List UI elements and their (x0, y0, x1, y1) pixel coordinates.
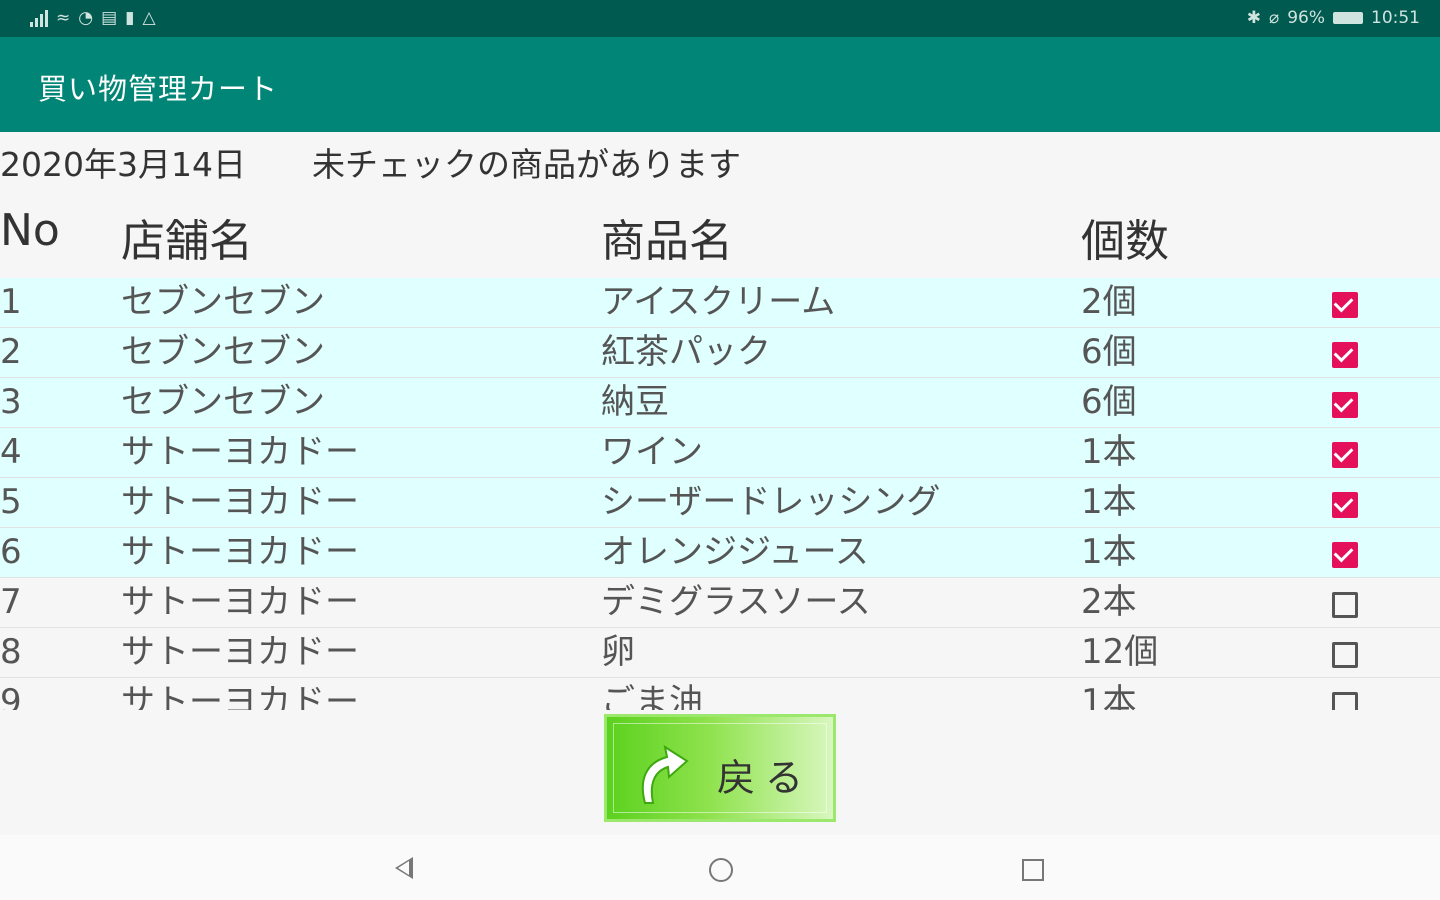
row-product: 納豆 (601, 382, 669, 422)
row-product: シーザードレッシング (601, 482, 941, 522)
row-quantity: 6個 (1081, 382, 1137, 422)
nav-recent-apps-icon[interactable] (1022, 859, 1044, 881)
row-store: セブンセブン (121, 332, 325, 372)
table-row[interactable]: 6 サトーヨカドー オレンジジュース 1本 (0, 528, 1440, 578)
battery-icon (1333, 12, 1363, 24)
row-product: デミグラスソース (601, 582, 871, 622)
row-quantity: 2本 (1081, 582, 1137, 622)
header-product: 商品名 (601, 216, 733, 267)
row-store: サトーヨカドー (121, 632, 359, 672)
row-product: 紅茶パック (601, 332, 771, 372)
row-quantity: 1本 (1081, 682, 1137, 710)
row-product: オレンジジュース (601, 532, 869, 572)
row-quantity: 1本 (1081, 532, 1137, 572)
table-header: No 店舗名 商品名 個数 (0, 205, 1440, 275)
row-store: サトーヨカドー (121, 432, 359, 472)
row-checkbox[interactable] (1332, 492, 1358, 518)
bluetooth-icon: ✱ (1246, 8, 1261, 28)
app-bar: 買い物管理カート (0, 37, 1440, 132)
row-checkbox[interactable] (1332, 442, 1358, 468)
system-nav-bar (0, 835, 1440, 900)
row-no: 7 (0, 582, 22, 622)
alarm-icon: ◔ (78, 8, 94, 28)
row-checkbox[interactable] (1332, 392, 1358, 418)
row-no: 3 (0, 382, 22, 422)
row-product: ごま油 (601, 682, 703, 710)
row-store: サトーヨカドー (121, 532, 359, 572)
nav-back-icon[interactable] (395, 857, 413, 879)
table-row[interactable]: 1 セブンセブン アイスクリーム 2個 (0, 278, 1440, 328)
row-product: 卵 (601, 632, 635, 672)
battery-percent: 96% (1287, 8, 1325, 28)
row-no: 4 (0, 432, 22, 472)
row-store: セブンセブン (121, 382, 325, 422)
row-no: 6 (0, 532, 22, 572)
signal-icon (30, 9, 48, 27)
row-store: サトーヨカドー (121, 682, 359, 710)
row-store: サトーヨカドー (121, 582, 359, 622)
status-icons-left: ≈ ◔ ▤ ▮ △ (30, 8, 156, 28)
row-product: アイスクリーム (601, 282, 836, 322)
mute-icon: ⌀ (1268, 8, 1280, 28)
row-quantity: 12個 (1081, 632, 1159, 672)
wifi-off-icon: ≈ (56, 8, 71, 28)
info-line: 2020年3月14日 未チェックの商品があります (0, 138, 741, 186)
table-row[interactable]: 5 サトーヨカドー シーザードレッシング 1本 (0, 478, 1440, 528)
curved-arrow-icon (641, 744, 689, 804)
row-checkbox[interactable] (1332, 592, 1358, 618)
row-quantity: 2個 (1081, 282, 1137, 322)
row-quantity: 1本 (1081, 432, 1137, 472)
row-quantity: 6個 (1081, 332, 1137, 372)
table-row[interactable]: 2 セブンセブン 紅茶パック 6個 (0, 328, 1440, 378)
screenshot-icon: ▤ (101, 8, 118, 28)
date-text: 2020年3月14日 (0, 145, 246, 184)
row-checkbox[interactable] (1332, 642, 1358, 668)
header-no: No (0, 205, 60, 256)
table-row[interactable]: 3 セブンセブン 納豆 6個 (0, 378, 1440, 428)
table-row[interactable]: 4 サトーヨカドー ワイン 1本 (0, 428, 1440, 478)
header-quantity: 個数 (1081, 216, 1169, 267)
row-checkbox[interactable] (1332, 692, 1358, 710)
back-button[interactable]: 戻る (604, 714, 836, 822)
row-no: 2 (0, 332, 22, 372)
usb-icon: ▮ (125, 8, 135, 28)
row-checkbox[interactable] (1332, 342, 1358, 368)
table-row[interactable]: 7 サトーヨカドー デミグラスソース 2本 (0, 578, 1440, 628)
warning-icon: △ (142, 8, 156, 28)
row-checkbox[interactable] (1332, 542, 1358, 568)
table-row[interactable]: 8 サトーヨカドー 卵 12個 (0, 628, 1440, 678)
row-store: セブンセブン (121, 282, 325, 322)
app-title: 買い物管理カート (38, 72, 279, 106)
row-no: 1 (0, 282, 22, 322)
clock: 10:51 (1371, 8, 1420, 28)
status-bar: ≈ ◔ ▤ ▮ △ ✱ ⌀ 96% 10:51 (0, 0, 1440, 37)
row-quantity: 1本 (1081, 482, 1137, 522)
row-store: サトーヨカドー (121, 482, 359, 522)
header-store: 店舗名 (121, 216, 253, 267)
row-product: ワイン (601, 432, 703, 472)
table-row[interactable]: 9 サトーヨカドー ごま油 1本 (0, 678, 1440, 710)
back-button-label: 戻る (717, 756, 814, 800)
row-checkbox[interactable] (1332, 292, 1358, 318)
row-no: 8 (0, 632, 22, 672)
nav-home-icon[interactable] (709, 858, 733, 882)
status-icons-right: ✱ ⌀ 96% 10:51 (1247, 8, 1420, 28)
status-message: 未チェックの商品があります (311, 145, 741, 184)
row-no: 5 (0, 482, 22, 522)
row-no: 9 (0, 682, 22, 710)
shopping-list[interactable]: 1 セブンセブン アイスクリーム 2個 2 セブンセブン 紅茶パック 6個 3 セブンセブン納… (0, 278, 1440, 710)
